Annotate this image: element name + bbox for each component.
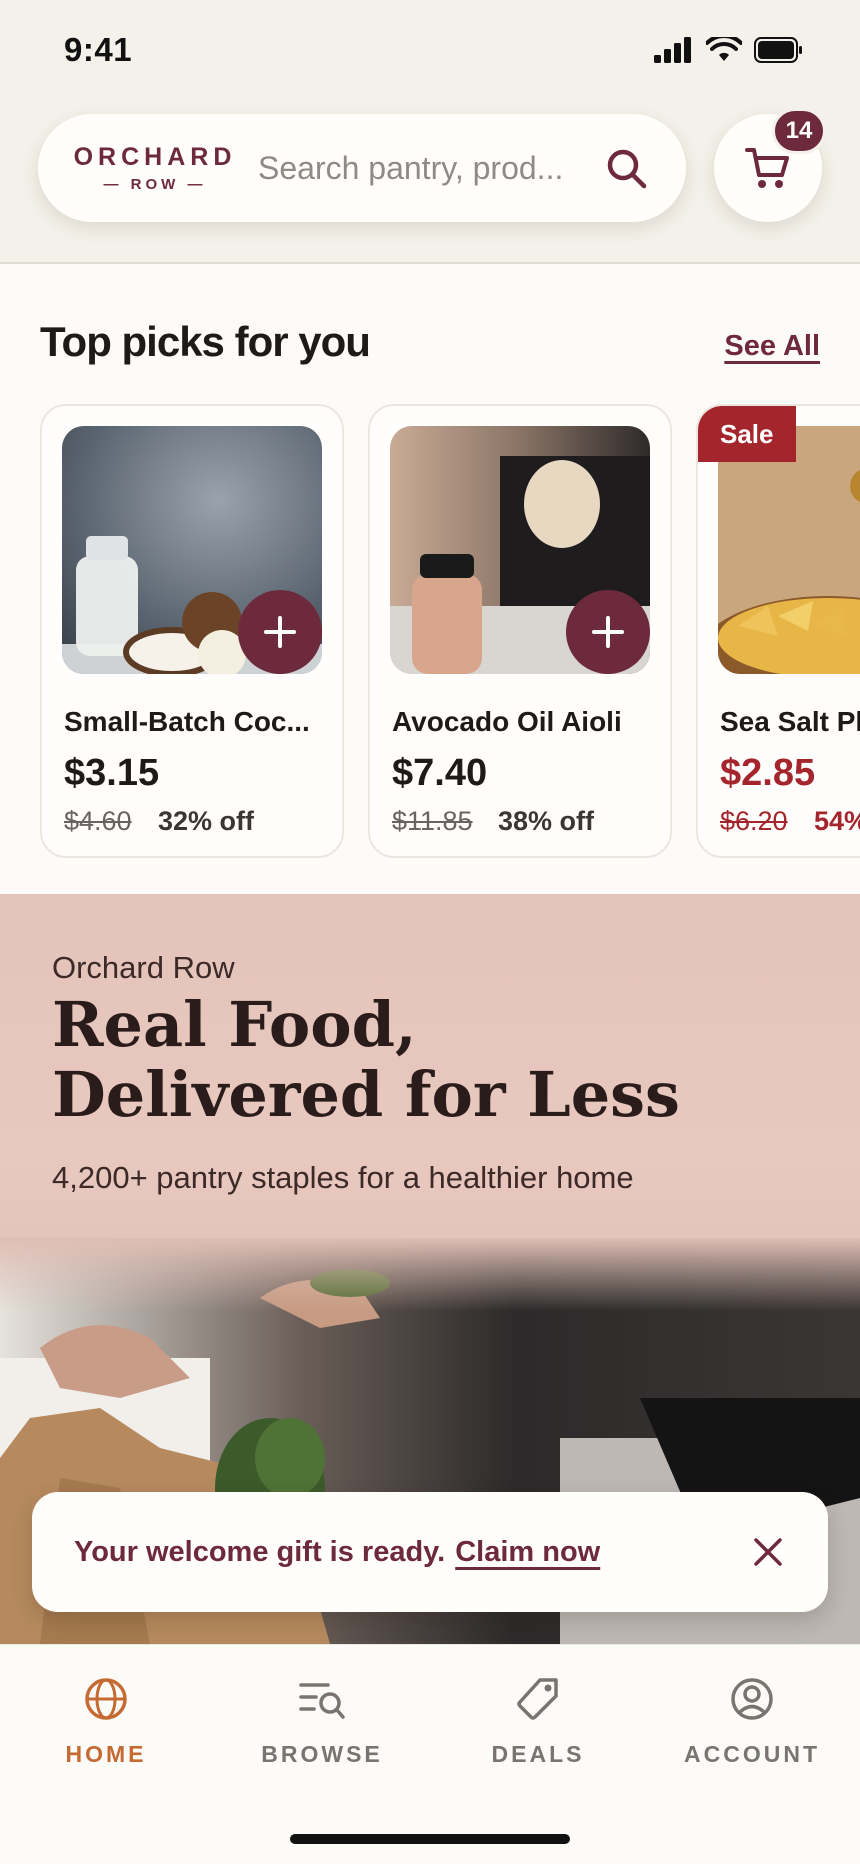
product-original-price: $11.85 xyxy=(392,806,473,836)
product-discount: 54% xyxy=(814,806,860,836)
product-image xyxy=(718,426,860,674)
product-name: Sea Salt Pl xyxy=(720,706,860,737)
product-discount: 32% off xyxy=(158,806,255,836)
product-card[interactable]: Small-Batch Coc... $3.15 $4.60 32% off xyxy=(40,404,344,858)
header: ORCHARD — ROW — 14 xyxy=(0,100,860,264)
product-original-price: $4.60 xyxy=(64,806,132,836)
welcome-gift-toast: Your welcome gift is ready. Claim now xyxy=(32,1492,828,1612)
status-bar: 9:41 xyxy=(0,0,860,100)
hero-brand: Orchard Row xyxy=(52,950,235,985)
toast-message: Your welcome gift is ready. xyxy=(74,1535,446,1568)
hero-title-line2: Delivered for Less xyxy=(52,1058,680,1131)
status-time: 9:41 xyxy=(64,31,133,68)
product-price: $3.15 xyxy=(64,752,160,794)
account-icon xyxy=(726,1673,778,1725)
logo-wordmark: ORCHARD xyxy=(73,143,237,171)
see-all-link[interactable]: See All xyxy=(724,330,820,363)
tab-label: DEALS xyxy=(491,1741,585,1767)
bottom-tab-bar: HOME BROWSE DEALS ACCOUNT xyxy=(0,1644,860,1864)
search-button[interactable] xyxy=(600,142,652,194)
section-title: Top picks for you xyxy=(40,318,371,365)
tag-icon xyxy=(512,1673,564,1725)
product-card[interactable]: Sale Sea Salt Pl $2.85 $6.20 54% xyxy=(696,404,860,858)
globe-icon xyxy=(80,1673,132,1725)
product-price: $2.85 xyxy=(720,752,816,794)
search-input[interactable] xyxy=(258,149,598,187)
tab-label: ACCOUNT xyxy=(684,1741,820,1767)
product-name: Avocado Oil Aioli xyxy=(392,706,622,737)
wifi-icon xyxy=(706,37,742,61)
battery-icon xyxy=(754,37,802,63)
product-carousel[interactable]: Small-Batch Coc... $3.15 $4.60 32% off A… xyxy=(40,404,860,860)
plus-icon xyxy=(592,616,624,648)
close-icon xyxy=(754,1538,782,1566)
search-bar[interactable]: ORCHARD — ROW — xyxy=(38,114,686,222)
tab-label: HOME xyxy=(65,1741,147,1767)
search-icon xyxy=(607,149,647,189)
hero-subtitle: 4,200+ pantry staples for a healthier ho… xyxy=(52,1160,634,1195)
logo[interactable]: ORCHARD — ROW — xyxy=(70,143,240,193)
add-to-cart-button[interactable] xyxy=(566,590,650,674)
signal-icon xyxy=(654,37,691,63)
tab-label: BROWSE xyxy=(261,1741,383,1767)
tab-deals[interactable]: DEALS xyxy=(438,1673,638,1783)
top-picks-section: Top picks for you See All Small-Batch Co… xyxy=(0,264,860,894)
product-price: $7.40 xyxy=(392,752,488,794)
tab-home[interactable]: HOME xyxy=(6,1673,206,1783)
home-indicator[interactable] xyxy=(290,1834,570,1844)
product-original-price: $6.20 xyxy=(720,806,788,836)
hero-title: Real Food, Delivered for Less xyxy=(52,990,752,1130)
cart-count-badge: 14 xyxy=(772,108,826,154)
sale-badge: Sale xyxy=(698,406,796,462)
tab-account[interactable]: ACCOUNT xyxy=(652,1673,852,1783)
logo-subwordmark: — ROW — xyxy=(103,176,207,193)
hero-title-line1: Real Food, xyxy=(52,988,417,1061)
add-to-cart-button[interactable] xyxy=(238,590,322,674)
toast-close-button[interactable] xyxy=(746,1530,790,1574)
browse-search-icon xyxy=(296,1673,348,1725)
product-discount: 38% off xyxy=(498,806,595,836)
status-icons xyxy=(654,37,804,63)
claim-now-link[interactable]: Claim now xyxy=(455,1536,600,1569)
tab-browse[interactable]: BROWSE xyxy=(222,1673,422,1783)
plus-icon xyxy=(264,616,296,648)
product-card[interactable]: Avocado Oil Aioli $7.40 $11.85 38% off xyxy=(368,404,672,858)
product-name: Small-Batch Coc... xyxy=(64,706,310,737)
